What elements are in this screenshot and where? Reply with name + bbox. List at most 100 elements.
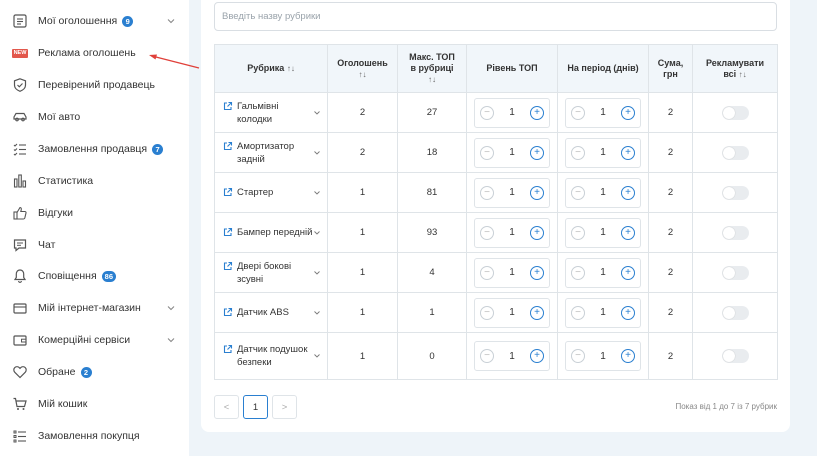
chevron-down-icon[interactable] (313, 229, 321, 237)
minus-icon[interactable]: − (571, 349, 585, 363)
plus-icon[interactable]: + (621, 265, 635, 280)
minus-icon[interactable]: − (480, 105, 494, 120)
sort-icon: ↑↓ (428, 75, 436, 84)
sidebar-item-notifications[interactable]: Сповіщення 86 (0, 261, 189, 291)
external-link-icon[interactable] (223, 187, 233, 197)
chevron-down-icon (167, 306, 175, 311)
minus-icon[interactable]: − (571, 145, 585, 160)
minus-icon[interactable]: − (571, 305, 585, 320)
minus-icon[interactable]: − (480, 185, 494, 200)
cell-top-level: − 1 + (466, 252, 558, 293)
period-stepper[interactable]: − 1 + (565, 341, 641, 371)
minus-icon[interactable]: − (571, 105, 585, 120)
plus-icon[interactable]: + (530, 265, 544, 280)
pagination-prev-button[interactable]: < (214, 395, 239, 419)
col-header-advertise-all[interactable]: Рекламувати всі ↑↓ (692, 44, 778, 93)
advertise-toggle[interactable] (721, 305, 749, 320)
chevron-down-icon[interactable] (313, 352, 321, 360)
external-link-icon[interactable] (223, 227, 233, 237)
sort-icon: ↑↓ (286, 64, 295, 73)
sidebar-item-my-cars[interactable]: Мої авто (0, 102, 189, 132)
sidebar-item-label: Чат (38, 239, 56, 251)
plus-icon[interactable]: + (530, 305, 544, 320)
chevron-down-icon[interactable] (313, 109, 321, 117)
cell-max-top: 18 (397, 132, 467, 173)
sidebar-item-favorites[interactable]: Обране 2 (0, 357, 189, 387)
col-header-max-top[interactable]: Макс. ТОП в рубриці ↑↓ (397, 44, 467, 93)
cell-max-top: 1 (397, 292, 467, 333)
table-row: Гальмівні колодки 2 27−1 + −1 +2 (214, 92, 778, 133)
advertise-toggle[interactable] (721, 105, 749, 120)
period-stepper[interactable]: − 1 + (565, 217, 641, 248)
minus-icon[interactable]: − (480, 349, 494, 363)
period-stepper[interactable]: − 1 + (565, 257, 641, 288)
plus-icon[interactable]: + (621, 225, 635, 240)
plus-icon[interactable]: + (621, 185, 635, 200)
minus-icon[interactable]: − (480, 265, 494, 280)
cell-max-top: 93 (397, 212, 467, 253)
sidebar-item-my-cart[interactable]: Мій кошик (0, 389, 189, 419)
chevron-down-icon[interactable] (313, 189, 321, 197)
chevron-down-icon[interactable] (313, 269, 321, 277)
advertise-toggle[interactable] (721, 145, 749, 160)
sidebar-item-label: Сповіщення (38, 270, 97, 282)
sidebar-item-commercial-services[interactable]: Комерційні сервіси (0, 325, 189, 355)
sidebar-item-verified-seller[interactable]: Перевірений продавець (0, 70, 189, 100)
plus-icon[interactable]: + (530, 349, 544, 363)
plus-icon[interactable]: + (530, 225, 544, 240)
period-stepper[interactable]: − 1 + (565, 297, 641, 328)
sidebar-item-buyer-orders[interactable]: Замовлення покупця (0, 421, 189, 451)
top-level-stepper[interactable]: − 1 + (474, 177, 550, 208)
rubric-search-input[interactable] (214, 2, 777, 31)
table-row: Амортизатор задній 2 18−1 + −1 +2 (214, 132, 778, 173)
advertise-toggle[interactable] (721, 349, 749, 363)
plus-icon[interactable]: + (530, 185, 544, 200)
minus-icon[interactable]: − (571, 185, 585, 200)
pagination-page-button[interactable]: 1 (243, 395, 268, 419)
cell-advertise (692, 292, 778, 333)
plus-icon[interactable]: + (621, 349, 635, 363)
thumbs-up-icon (12, 205, 28, 221)
top-level-stepper[interactable]: − 1 + (474, 217, 550, 248)
sidebar-item-seller-orders[interactable]: Замовлення продавця 7 (0, 134, 189, 164)
chevron-down-icon[interactable] (313, 309, 321, 317)
external-link-icon[interactable] (223, 101, 233, 111)
list-icon (12, 13, 28, 29)
top-level-stepper[interactable]: − 1 + (474, 297, 550, 328)
pagination-next-button[interactable]: > (272, 395, 297, 419)
top-level-stepper[interactable]: − 1 + (474, 257, 550, 288)
top-level-stepper[interactable]: − 1 + (474, 137, 550, 168)
minus-icon[interactable]: − (480, 225, 494, 240)
external-link-icon[interactable] (223, 141, 233, 151)
top-level-stepper[interactable]: − 1 + (474, 97, 550, 128)
plus-icon[interactable]: + (621, 105, 635, 120)
plus-icon[interactable]: + (621, 145, 635, 160)
cell-sum: 2 (648, 212, 693, 253)
plus-icon[interactable]: + (621, 305, 635, 320)
minus-icon[interactable]: − (480, 305, 494, 320)
minus-icon[interactable]: − (571, 225, 585, 240)
sidebar-item-my-ads[interactable]: Мої оголошення 9 (0, 6, 189, 36)
period-stepper[interactable]: − 1 + (565, 137, 641, 168)
plus-icon[interactable]: + (530, 105, 544, 120)
chevron-down-icon[interactable] (313, 149, 321, 157)
minus-icon[interactable]: − (480, 145, 494, 160)
period-stepper[interactable]: − 1 + (565, 97, 641, 128)
advertise-toggle[interactable] (721, 185, 749, 200)
external-link-icon[interactable] (223, 344, 233, 354)
period-stepper[interactable]: − 1 + (565, 177, 641, 208)
col-header-ads[interactable]: Оголошень ↑↓ (327, 44, 398, 93)
advertise-toggle[interactable] (721, 225, 749, 240)
sidebar-item-chat[interactable]: Чат (0, 230, 189, 260)
external-link-icon[interactable] (223, 261, 233, 271)
sidebar-item-statistics[interactable]: Статистика (0, 166, 189, 196)
top-level-stepper[interactable]: − 1 + (474, 341, 550, 371)
stepper-value: 1 (600, 107, 606, 118)
minus-icon[interactable]: − (571, 265, 585, 280)
advertise-toggle[interactable] (721, 265, 749, 280)
sidebar-item-my-store[interactable]: Мій інтернет-магазин (0, 293, 189, 323)
sidebar-item-reviews[interactable]: Відгуки (0, 198, 189, 228)
col-header-rubric[interactable]: Рубрика ↑↓ (214, 44, 328, 93)
external-link-icon[interactable] (223, 307, 233, 317)
plus-icon[interactable]: + (530, 145, 544, 160)
